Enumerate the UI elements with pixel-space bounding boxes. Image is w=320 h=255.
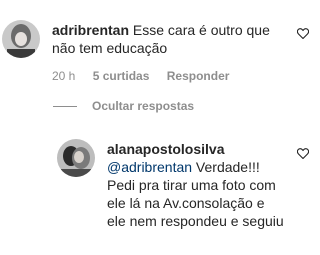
reply-body: alanapostolosilva @adribrentan Verdade!!… <box>107 140 285 230</box>
reply-username[interactable]: alanapostolosilva <box>107 141 224 157</box>
reply-avatar[interactable] <box>57 139 95 177</box>
comment-username[interactable]: adribrentan <box>52 22 129 38</box>
hide-replies-button[interactable]: Ocultar respostas <box>92 99 194 113</box>
reply-like-icon[interactable] <box>297 148 309 159</box>
like-icon[interactable] <box>297 28 309 39</box>
replies-divider <box>53 106 77 107</box>
comment-body: adribrentan Esse cara é outro que não te… <box>52 21 277 57</box>
comment-time[interactable]: 20 h <box>52 69 75 83</box>
comment-likes[interactable]: 5 curtidas <box>93 69 150 83</box>
comment-meta: 20 h 5 curtidas Responder <box>52 69 229 83</box>
reply-mention[interactable]: @adribrentan <box>107 159 192 175</box>
avatar[interactable] <box>2 20 40 58</box>
reply-button[interactable]: Responder <box>167 69 230 83</box>
